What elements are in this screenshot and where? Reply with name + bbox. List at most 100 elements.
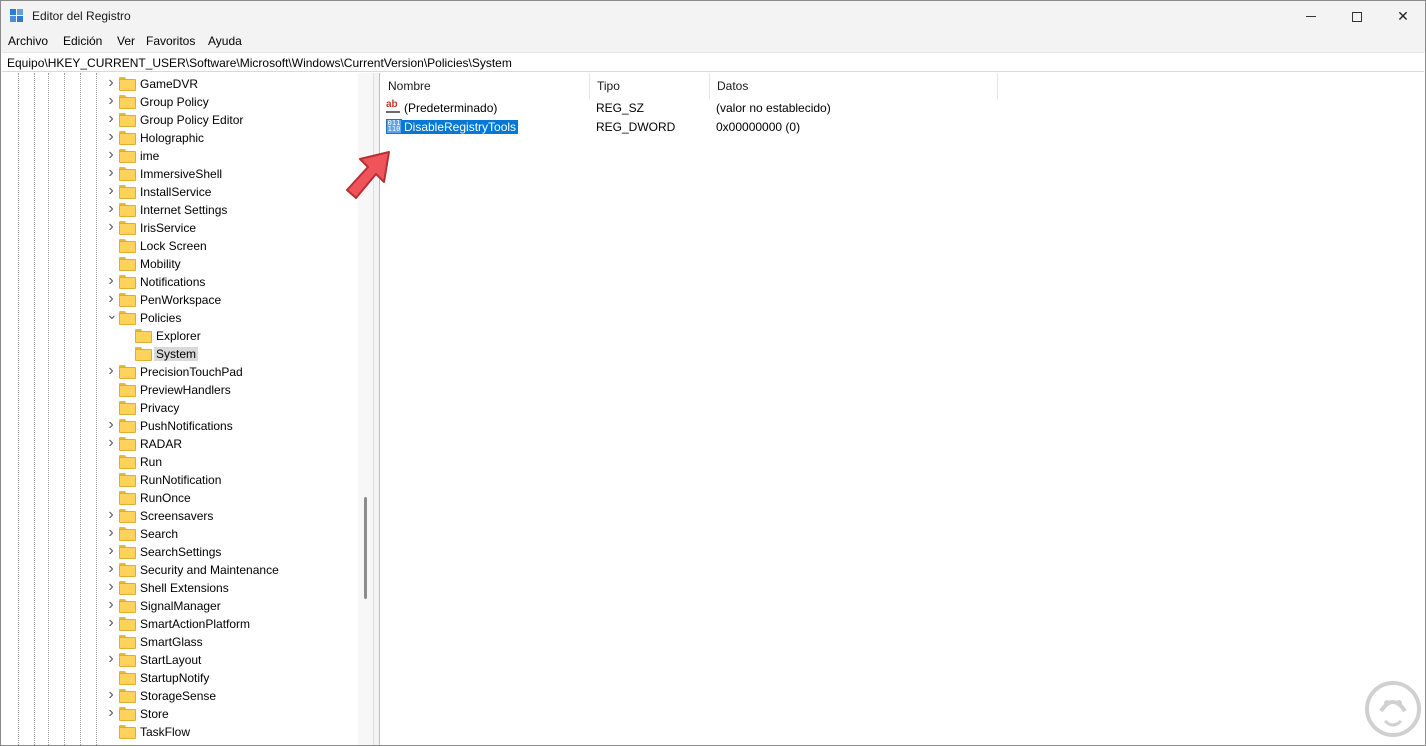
chevron-right-icon[interactable]: › bbox=[106, 705, 116, 721]
tree-item-label: StorageSense bbox=[140, 689, 217, 703]
tree-item[interactable]: › SearchSettings bbox=[2, 543, 362, 561]
tree-item-label: Group Policy bbox=[140, 95, 209, 109]
tree-item-label: System bbox=[154, 347, 199, 361]
menu-ayuda[interactable]: Ayuda bbox=[208, 34, 242, 48]
tree-item[interactable]: RunOnce bbox=[2, 489, 362, 507]
tree-item[interactable]: Run bbox=[2, 453, 362, 471]
tree-item-label: SignalManager bbox=[140, 599, 221, 613]
tree-item[interactable]: PreviewHandlers bbox=[2, 381, 362, 399]
menu-archivo[interactable]: Archivo bbox=[8, 34, 48, 48]
tree-item[interactable]: › InstallService bbox=[2, 183, 362, 201]
folder-icon bbox=[119, 725, 136, 739]
chevron-right-icon[interactable]: › bbox=[106, 201, 116, 217]
chevron-right-icon[interactable]: › bbox=[106, 111, 116, 127]
values-list[interactable]: Nombre Tipo Datos ab (Predeterminado) RE… bbox=[381, 73, 1425, 745]
maximize-button[interactable] bbox=[1334, 1, 1380, 32]
tree-item[interactable]: › StartLayout bbox=[2, 651, 362, 669]
menu-edicion[interactable]: Edición bbox=[63, 34, 102, 48]
value-name: DisableRegistryTools bbox=[402, 120, 519, 134]
tree-item[interactable]: › PenWorkspace bbox=[2, 291, 362, 309]
column-header-type[interactable]: Tipo bbox=[590, 73, 710, 99]
chevron-right-icon[interactable]: › bbox=[106, 579, 116, 595]
address-bar[interactable]: Equipo\HKEY_CURRENT_USER\Software\Micros… bbox=[2, 52, 1424, 72]
chevron-right-icon[interactable]: › bbox=[106, 687, 116, 703]
tree-item[interactable]: › RADAR bbox=[2, 435, 362, 453]
tree-item[interactable]: TaskFlow bbox=[2, 723, 362, 741]
chevron-right-icon[interactable]: › bbox=[106, 75, 116, 91]
chevron-right-icon[interactable]: › bbox=[106, 417, 116, 433]
chevron-right-icon[interactable]: › bbox=[106, 219, 116, 235]
folder-icon bbox=[119, 599, 136, 613]
chevron-right-icon[interactable]: › bbox=[106, 183, 116, 199]
tree-item[interactable]: › Search bbox=[2, 525, 362, 543]
chevron-right-icon[interactable]: › bbox=[106, 291, 116, 307]
key-tree[interactable]: › GameDVR › Group Policy › Group Policy Edito… bbox=[2, 73, 373, 745]
chevron-right-icon[interactable]: › bbox=[106, 561, 116, 577]
folder-icon bbox=[119, 581, 136, 595]
tree-item-label: Holographic bbox=[140, 131, 205, 145]
tree-item[interactable]: Lock Screen bbox=[2, 237, 362, 255]
tree-item[interactable]: › Screensavers bbox=[2, 507, 362, 525]
minimize-icon bbox=[1306, 16, 1316, 17]
tree-item[interactable]: System bbox=[2, 345, 362, 363]
value-row[interactable]: 011 110 DisableRegistryTools REG_DWORD 0x… bbox=[381, 118, 1281, 137]
tree-item[interactable]: › ImmersiveShell bbox=[2, 165, 362, 183]
tree-item[interactable]: SmartGlass bbox=[2, 633, 362, 651]
tree-item[interactable]: Explorer bbox=[2, 327, 362, 345]
tree-item-label: Group Policy Editor bbox=[140, 113, 244, 127]
tree-item[interactable]: › StorageSense bbox=[2, 687, 362, 705]
minimize-button[interactable] bbox=[1288, 1, 1334, 32]
tree-item-label: Internet Settings bbox=[140, 203, 228, 217]
menu-ver[interactable]: Ver bbox=[117, 34, 135, 48]
tree-item[interactable]: › GameDVR bbox=[2, 75, 362, 93]
column-header-name[interactable]: Nombre bbox=[381, 73, 590, 99]
menu-favoritos[interactable]: Favoritos bbox=[146, 34, 195, 48]
tree-item[interactable]: › SignalManager bbox=[2, 597, 362, 615]
tree-item[interactable]: › Internet Settings bbox=[2, 201, 362, 219]
chevron-right-icon[interactable]: › bbox=[106, 525, 116, 541]
tree-item[interactable]: › Store bbox=[2, 705, 362, 723]
tree-item[interactable]: › Shell Extensions bbox=[2, 579, 362, 597]
chevron-right-icon[interactable]: › bbox=[106, 435, 116, 451]
tree-item[interactable]: › Holographic bbox=[2, 129, 362, 147]
chevron-right-icon[interactable]: › bbox=[106, 543, 116, 559]
tree-item-label: TaskFlow bbox=[140, 725, 191, 739]
close-button[interactable]: ✕ bbox=[1380, 1, 1425, 32]
tree-item[interactable]: › Security and Maintenance bbox=[2, 561, 362, 579]
folder-icon bbox=[119, 509, 136, 523]
tree-item[interactable]: › Group Policy Editor bbox=[2, 111, 362, 129]
tree-item-label: PushNotifications bbox=[140, 419, 233, 433]
tree-scrollbar-thumb[interactable] bbox=[364, 497, 367, 599]
chevron-right-icon[interactable]: › bbox=[106, 363, 116, 379]
tree-item[interactable]: Mobility bbox=[2, 255, 362, 273]
column-header-data[interactable]: Datos bbox=[710, 73, 998, 99]
tree-item[interactable]: › PrecisionTouchPad bbox=[2, 363, 362, 381]
tree-item[interactable]: › PushNotifications bbox=[2, 417, 362, 435]
chevron-right-icon[interactable]: › bbox=[106, 615, 116, 631]
tree-item[interactable]: RunNotification bbox=[2, 471, 362, 489]
tree-item[interactable]: ⌄ Policies bbox=[2, 307, 362, 327]
chevron-right-icon[interactable]: › bbox=[106, 129, 116, 145]
address-path[interactable]: Equipo\HKEY_CURRENT_USER\Software\Micros… bbox=[7, 56, 512, 70]
chevron-right-icon[interactable]: › bbox=[106, 165, 116, 181]
tree-item[interactable]: › IrisService bbox=[2, 219, 362, 237]
chevron-right-icon[interactable]: › bbox=[106, 93, 116, 109]
tree-item[interactable]: › SmartActionPlatform bbox=[2, 615, 362, 633]
chevron-right-icon[interactable]: › bbox=[106, 273, 116, 289]
chevron-right-icon[interactable]: › bbox=[106, 597, 116, 613]
folder-icon bbox=[119, 131, 136, 145]
tree-item[interactable]: › ime bbox=[2, 147, 362, 165]
chevron-right-icon[interactable]: › bbox=[106, 651, 116, 667]
tree-item-label: IrisService bbox=[140, 221, 197, 235]
chevron-right-icon[interactable]: › bbox=[106, 147, 116, 163]
folder-icon bbox=[119, 185, 136, 199]
tree-item[interactable]: StartupNotify bbox=[2, 669, 362, 687]
value-row[interactable]: ab (Predeterminado) REG_SZ (valor no est… bbox=[381, 99, 1281, 118]
tree-item[interactable]: › Group Policy bbox=[2, 93, 362, 111]
value-type: REG_DWORD bbox=[596, 120, 676, 134]
chevron-down-icon[interactable]: ⌄ bbox=[106, 307, 118, 321]
tree-item[interactable]: › Notifications bbox=[2, 273, 362, 291]
chevron-right-icon[interactable]: › bbox=[106, 507, 116, 523]
tree-item[interactable]: Privacy bbox=[2, 399, 362, 417]
tree-item-label: Policies bbox=[140, 311, 182, 325]
